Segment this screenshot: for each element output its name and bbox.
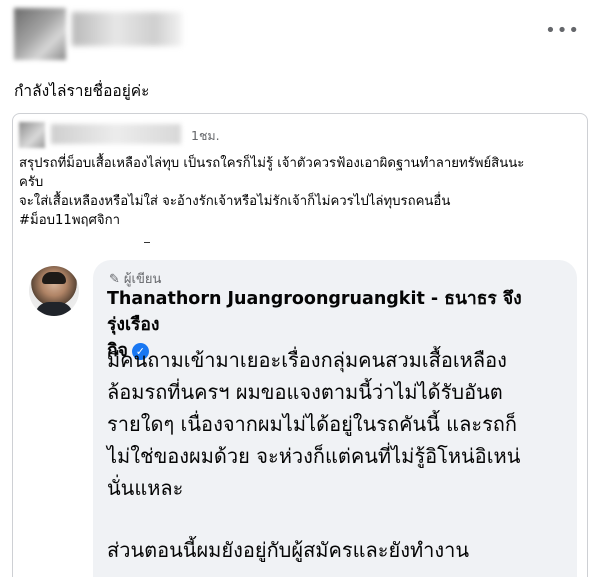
comment-bubble: ✎ ผู้เขียน Thanathorn Juangroongruangkit … — [93, 260, 577, 577]
poster-avatar[interactable] — [14, 8, 66, 60]
poster-name-redacted[interactable] — [72, 12, 182, 46]
shared-text-line: จะใส่เสื้อเหลืองหรือไม่ใส่ จะอ้างรักเจ้า… — [19, 194, 451, 209]
comment-line: ส่วนตอนนี้ผมยังอยู่กับผู้สมัครและยังทำงา… — [107, 538, 470, 562]
shared-text-line: สรุปรถที่ม็อบเสื้อเหลืองไล่ทุบ เป็นรถใคร… — [19, 156, 525, 171]
comment-line: รายใดๆ เนื่องจากผมไม่ได้อยู่ในรถคันนี้ แ… — [107, 412, 518, 436]
shared-text-line: ครับ — [19, 175, 44, 190]
comment-line: นั่นแหละ — [107, 476, 184, 500]
post-caption: กำลังไล่รายชื่ออยู่ค่ะ — [14, 82, 150, 100]
pencil-icon: ✎ — [109, 272, 120, 287]
divider-mark — [144, 242, 150, 243]
facebook-post: ••• กำลังไล่รายชื่ออยู่ค่ะ 1ชม. สรุปรถที… — [0, 0, 600, 577]
comment-line: มีคนถามเข้ามาเยอะเรื่องกลุ่มคนสวมเสื้อเห… — [107, 348, 507, 372]
author-avatar — [29, 266, 79, 316]
more-horizontal-icon[interactable]: ••• — [545, 20, 580, 41]
avatar-hair-shape — [42, 272, 66, 284]
hashtag-link[interactable]: #ม็อบ11พฤศจิกา — [19, 211, 575, 230]
shared-post-card[interactable]: 1ชม. สรุปรถที่ม็อบเสื้อเหลืองไล่ทุบ เป็น… — [12, 113, 588, 577]
embedded-post-image[interactable]: ✎ ผู้เขียน Thanathorn Juangroongruangkit … — [13, 254, 587, 577]
shared-name-redacted[interactable] — [51, 124, 181, 144]
comment-line: ล้อมรถที่นครฯ ผมขอแจงตามนี้ว่าไม่ได้รับอ… — [107, 380, 503, 404]
author-name-line: Thanathorn Juangroongruangkit - ธนาธร จึ… — [107, 289, 522, 335]
shared-avatar[interactable] — [19, 122, 45, 148]
shared-post-header: 1ชม. — [19, 122, 579, 148]
comment-text: มีคนถามเข้ามาเยอะเรื่องกลุ่มคนสวมเสื้อเห… — [107, 344, 567, 566]
shared-post-text: สรุปรถที่ม็อบเสื้อเหลืองไล่ทุบ เป็นรถใคร… — [19, 154, 575, 230]
comment-line: ไม่ใช่ของผมด้วย จะห่วงก็แต่คนที่ไม่รู้อิ… — [107, 444, 521, 468]
avatar-shirt-shape — [35, 302, 73, 316]
author-badge-label: ผู้เขียน — [123, 272, 162, 287]
shared-timestamp[interactable]: 1ชม. — [191, 126, 220, 146]
post-header: ••• — [14, 8, 586, 62]
